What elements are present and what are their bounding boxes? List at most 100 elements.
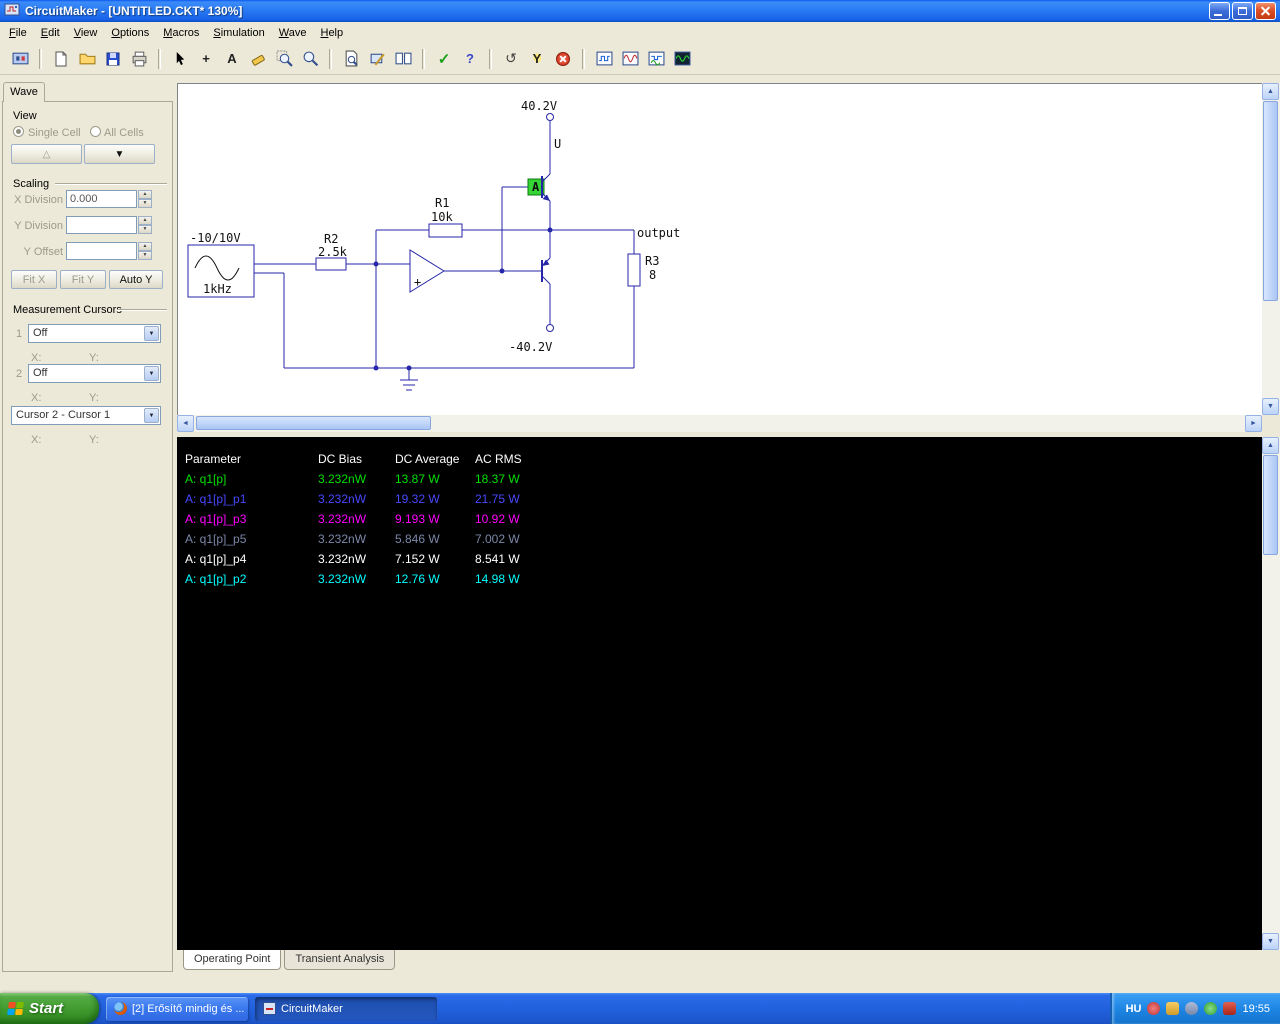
auto-y-button[interactable]: Auto Y [109, 270, 163, 289]
scroll-up-icon[interactable]: ▲ [1262, 83, 1279, 100]
result-row[interactable]: A: q1[p]_p2 3.232nW 12.76 W 14.98 W [177, 569, 1262, 589]
wave-down-button[interactable]: ▼ [84, 144, 155, 164]
single-cell-radio[interactable] [13, 126, 24, 137]
close-button[interactable] [1255, 2, 1276, 20]
output-label[interactable]: output [637, 226, 680, 240]
reset-icon[interactable]: ↺ [499, 47, 523, 71]
menu-view[interactable]: View [67, 24, 105, 42]
language-indicator[interactable]: HU [1126, 1003, 1142, 1015]
menu-macros[interactable]: Macros [156, 24, 206, 42]
toolbar: + A ✓ ? ↺ Y [0, 43, 1280, 75]
resistor-r3[interactable]: R3 8 [627, 253, 659, 287]
net-label-u[interactable]: U [554, 137, 561, 151]
scroll-left-icon[interactable]: ◄ [177, 415, 194, 432]
result-row[interactable]: A: q1[p] 3.232nW 13.87 W 18.37 W [177, 469, 1262, 489]
firefox-icon [114, 1002, 127, 1015]
taskbar-item-browser[interactable]: [2] Erősítő mindig és ... [106, 996, 248, 1021]
transistor-q2[interactable] [541, 257, 551, 285]
zoom-select-icon[interactable] [272, 47, 296, 71]
parts-bin-icon[interactable] [8, 47, 32, 71]
scroll-down-icon[interactable]: ▼ [1262, 933, 1279, 950]
minimize-button[interactable] [1209, 2, 1230, 20]
cursor-diff-select[interactable]: Cursor 2 - Cursor 1 ▼ [11, 406, 161, 425]
help-tool-icon[interactable]: ? [458, 47, 482, 71]
tray-safety-icon[interactable] [1204, 1002, 1218, 1015]
wave-up-button[interactable]: △ [11, 144, 82, 164]
signal-generator[interactable]: -10/10V 1kHz [187, 231, 255, 298]
resistor-r1[interactable]: R1 10k [428, 196, 463, 238]
fit-x-button[interactable]: Fit X [11, 270, 57, 289]
result-row[interactable]: A: q1[p]_p1 3.232nW 19.32 W 21.75 W [177, 489, 1262, 509]
arrow-tool-icon[interactable] [168, 47, 192, 71]
new-file-icon[interactable] [49, 47, 73, 71]
toolbar-separator [158, 48, 161, 69]
zoom-tool-icon[interactable] [298, 47, 322, 71]
y-division-stepper[interactable]: ▲ ▼ [138, 216, 152, 234]
y-offset-input[interactable] [66, 242, 137, 260]
tray-update-icon[interactable] [1166, 1002, 1180, 1015]
search-part-icon[interactable] [339, 47, 363, 71]
tray-antivirus-icon[interactable] [1223, 1002, 1237, 1015]
schematic-canvas[interactable]: 40.2V U A -40.2V R1 10k R2 2.5k R3 8 + -… [177, 83, 1262, 415]
vscroll-thumb[interactable] [1263, 101, 1278, 301]
supply-neg-terminal[interactable]: -40.2V [509, 324, 554, 355]
mixed-signal-icon[interactable] [644, 47, 668, 71]
oscilloscope-icon[interactable] [670, 47, 694, 71]
result-row[interactable]: A: q1[p]_p4 3.232nW 7.152 W 8.541 W [177, 549, 1262, 569]
menu-simulation[interactable]: Simulation [206, 24, 271, 42]
y-offset-stepper[interactable]: ▲ ▼ [138, 242, 152, 260]
tab-transient-analysis[interactable]: Transient Analysis [284, 950, 396, 970]
start-button[interactable]: Start [0, 993, 99, 1024]
menu-help[interactable]: Help [313, 24, 350, 42]
circuit-hscrollbar[interactable]: ◄ ► [177, 415, 1262, 432]
digital-waveform-icon[interactable] [592, 47, 616, 71]
analog-waveform-icon[interactable] [618, 47, 642, 71]
cursor1-select[interactable]: Off ▼ [28, 324, 161, 343]
results-vscrollbar[interactable]: ▲ ▼ [1262, 437, 1280, 950]
supply-pos-terminal[interactable]: 40.2V [521, 99, 557, 121]
menu-file[interactable]: File [2, 24, 34, 42]
hscroll-thumb[interactable] [196, 416, 431, 430]
scroll-up-icon[interactable]: ▲ [1262, 437, 1279, 454]
opamp[interactable]: + [409, 249, 445, 293]
menu-edit[interactable]: Edit [34, 24, 67, 42]
menu-wave[interactable]: Wave [272, 24, 314, 42]
chevron-down-icon[interactable]: ▼ [144, 326, 159, 341]
circuit-vscrollbar[interactable]: ▲ ▼ [1262, 83, 1280, 415]
tray-volume-icon[interactable] [1185, 1002, 1199, 1015]
stop-simulation-icon[interactable] [551, 47, 575, 71]
split-view-icon[interactable] [391, 47, 415, 71]
result-row[interactable]: A: q1[p]_p3 3.232nW 9.193 W 10.92 W [177, 509, 1262, 529]
tab-wave[interactable]: Wave [3, 82, 45, 102]
probe-tool-icon[interactable]: Y [525, 47, 549, 71]
model-edit-icon[interactable] [365, 47, 389, 71]
ac-rms-value: 18.37 W [475, 472, 520, 486]
run-simulation-icon[interactable]: ✓ [432, 47, 456, 71]
save-file-icon[interactable] [101, 47, 125, 71]
text-tool-icon[interactable]: A [220, 47, 244, 71]
cursor2-select[interactable]: Off ▼ [28, 364, 161, 383]
chevron-down-icon[interactable]: ▼ [144, 366, 159, 381]
print-icon[interactable] [127, 47, 151, 71]
result-row[interactable]: A: q1[p]_p5 3.232nW 5.846 W 7.002 W [177, 529, 1262, 549]
start-label: Start [29, 1000, 64, 1017]
wire-tool-icon[interactable]: + [194, 47, 218, 71]
all-cells-radio[interactable] [90, 126, 101, 137]
y-division-input[interactable] [66, 216, 137, 234]
open-file-icon[interactable] [75, 47, 99, 71]
scroll-down-icon[interactable]: ▼ [1262, 398, 1279, 415]
delete-tool-icon[interactable] [246, 47, 270, 71]
tab-operating-point[interactable]: Operating Point [183, 950, 282, 970]
taskbar-item-circuitmaker[interactable]: CircuitMaker [255, 996, 437, 1021]
chevron-down-icon[interactable]: ▼ [144, 408, 159, 423]
maximize-button[interactable] [1232, 2, 1253, 20]
scroll-right-icon[interactable]: ► [1245, 415, 1262, 432]
menu-options[interactable]: Options [104, 24, 156, 42]
tray-alert-icon[interactable] [1147, 1002, 1161, 1015]
fit-y-button[interactable]: Fit Y [60, 270, 106, 289]
clock[interactable]: 19:55 [1242, 1003, 1270, 1015]
resistor-r2[interactable]: R2 2.5k [315, 232, 348, 271]
vscroll-thumb[interactable] [1263, 455, 1278, 555]
x-division-input[interactable] [66, 190, 137, 208]
x-division-stepper[interactable]: ▲ ▼ [138, 190, 152, 208]
